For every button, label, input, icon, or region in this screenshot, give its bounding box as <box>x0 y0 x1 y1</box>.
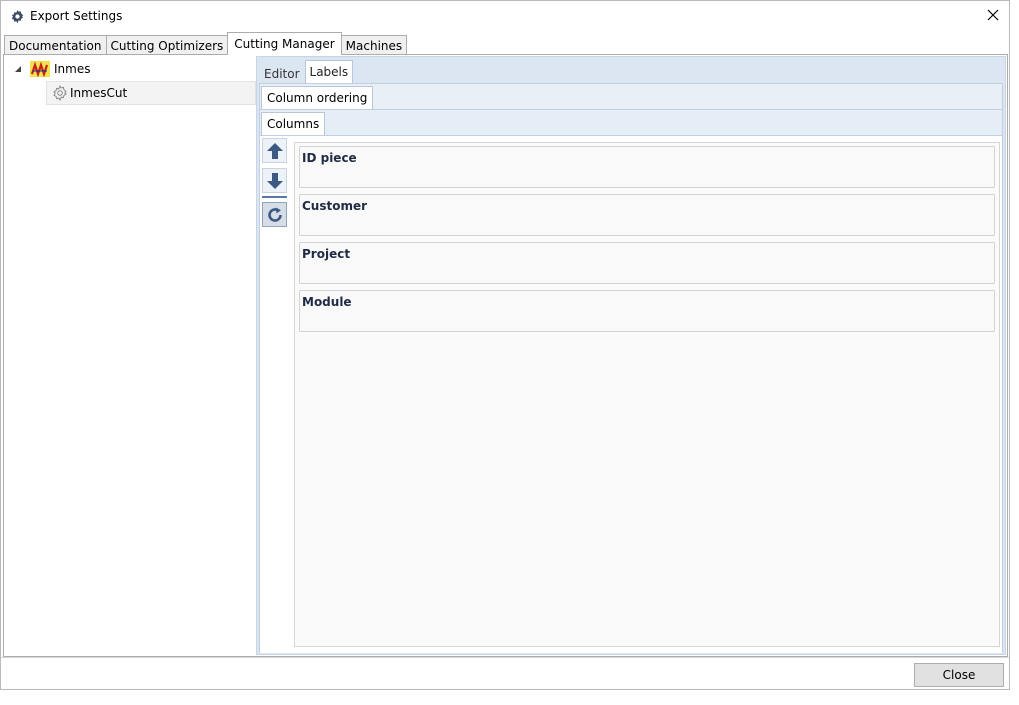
close-icon[interactable] <box>985 7 1001 23</box>
collapse-triangle-icon[interactable] <box>14 65 22 73</box>
column-item-customer[interactable]: Customer <box>299 194 995 236</box>
column-ordering-content: Columns ID piece Customer Project Module <box>260 109 1002 653</box>
column-item-module[interactable]: Module <box>299 290 995 332</box>
tab-cutting-manager[interactable]: Cutting Manager <box>227 32 342 55</box>
tab-labels[interactable]: Labels <box>304 60 354 83</box>
tree-item-label: Inmes <box>54 62 91 76</box>
tab-documentation[interactable]: Documentation <box>4 35 107 55</box>
move-up-button[interactable] <box>262 138 287 163</box>
gear-icon <box>53 85 67 101</box>
columns-editor: ID piece Customer Project Module <box>260 135 1002 653</box>
tab-columns[interactable]: Columns <box>261 112 326 135</box>
move-down-button[interactable] <box>262 168 287 193</box>
editor-tab-strip: Editor Labels <box>259 60 354 83</box>
settings-panel: Editor Labels Column ordering Columns ID… <box>256 56 1006 655</box>
tree-item-inmes[interactable]: Inmes <box>30 58 90 80</box>
close-button[interactable]: Close <box>914 663 1004 687</box>
column-item-label: Customer <box>302 199 368 213</box>
tab-column-ordering[interactable]: Column ordering <box>261 86 374 109</box>
arrow-down-icon <box>266 172 283 189</box>
inmes-logo-icon <box>30 61 50 77</box>
column-item-label: Module <box>302 295 352 309</box>
tree-item-label: InmesCut <box>70 86 128 100</box>
column-item-label: Project <box>302 247 351 261</box>
arrow-up-icon <box>266 142 283 159</box>
column-toolbar <box>262 138 288 232</box>
columns-list: ID piece Customer Project Module <box>294 142 1000 647</box>
column-item-label: ID piece <box>302 151 357 165</box>
column-item-id-piece[interactable]: ID piece <box>299 146 995 188</box>
refresh-icon <box>267 207 282 222</box>
export-settings-window: Export Settings Documentation Cutting Op… <box>0 0 1010 690</box>
column-item-project[interactable]: Project <box>299 242 995 284</box>
labels-tab-content: Column ordering Columns ID piece Custome… <box>259 83 1003 653</box>
gear-icon <box>11 9 24 24</box>
main-tab-strip: Documentation Cutting Optimizers Cutting… <box>4 32 408 55</box>
tab-cutting-optimizers[interactable]: Cutting Optimizers <box>105 35 229 55</box>
tree-view: Inmes InmesCut <box>4 55 256 656</box>
tab-content: Inmes InmesCut Editor Labels Column orde… <box>3 54 1008 657</box>
footer-divider <box>1 657 1009 658</box>
tree-item-inmescut[interactable]: InmesCut <box>46 81 256 105</box>
tab-machines[interactable]: Machines <box>340 35 408 55</box>
tab-editor[interactable]: Editor <box>259 63 305 83</box>
title-bar: Export Settings <box>1 1 1009 32</box>
toolbar-separator <box>262 196 287 198</box>
window-title: Export Settings <box>30 9 123 23</box>
reset-button[interactable] <box>262 202 287 227</box>
